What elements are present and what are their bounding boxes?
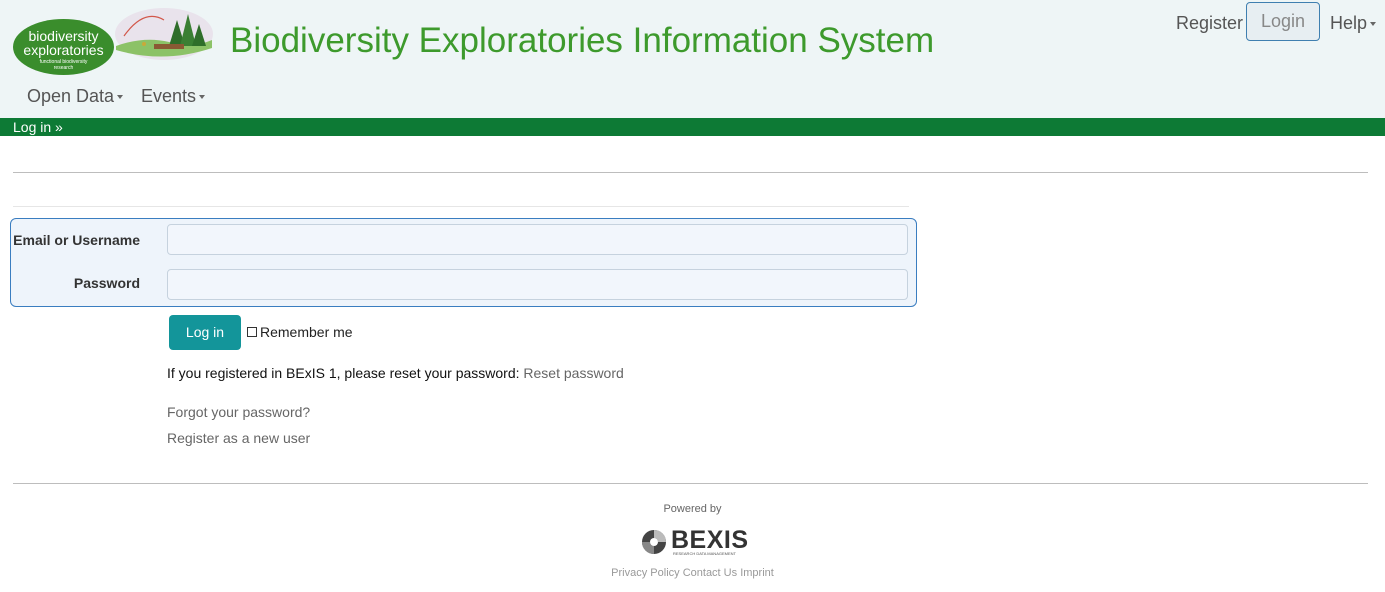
login-bar: Log in » <box>0 118 1385 136</box>
remember-me-checkbox[interactable] <box>247 327 257 337</box>
logo-text: exploratories <box>23 42 104 58</box>
bexis1-notice-text: If you registered in BExIS 1, please res… <box>167 365 520 381</box>
caret-down-icon <box>1370 22 1377 27</box>
footer-divider <box>13 483 1368 484</box>
register-new-user-link[interactable]: Register as a new user <box>167 430 310 446</box>
password-input[interactable] <box>167 269 908 300</box>
site-title: Biodiversity Exploratories Information S… <box>230 21 935 60</box>
remember-me[interactable]: Remember me <box>247 324 353 340</box>
password-label: Password <box>73 275 140 291</box>
events-menu[interactable]: Events <box>141 85 206 107</box>
powered-by-label: Powered by <box>663 503 722 515</box>
open-data-label: Open Data <box>27 86 115 106</box>
divider <box>13 206 909 207</box>
contact-us-link[interactable]: Contact Us <box>683 567 737 579</box>
login-submit-button[interactable]: Log in <box>169 315 241 350</box>
events-label: Events <box>141 86 197 106</box>
logo-tagline: research <box>53 65 74 71</box>
biodiversity-exploratories-logo[interactable]: biodiversity exploratories functional bi… <box>13 19 114 75</box>
help-label: Help <box>1330 13 1368 33</box>
privacy-policy-link[interactable]: Privacy Policy <box>611 567 679 579</box>
open-data-menu[interactable]: Open Data <box>27 85 124 107</box>
site-header: biodiversity exploratories functional bi… <box>0 0 1385 118</box>
login-toggle[interactable]: Log in » <box>13 119 63 135</box>
bexis1-reset-notice: If you registered in BExIS 1, please res… <box>167 365 624 381</box>
landscape-logo-icon <box>115 8 213 60</box>
caret-down-icon <box>199 95 206 100</box>
bexis-tagline: RESEARCH DATA MANAGEMENT <box>673 551 736 556</box>
divider <box>13 172 1368 173</box>
bexis-logo-icon <box>642 530 666 554</box>
caret-down-icon <box>117 95 124 100</box>
forgot-password-link[interactable]: Forgot your password? <box>167 404 310 420</box>
imprint-link[interactable]: Imprint <box>740 567 774 579</box>
register-link[interactable]: Register <box>1176 12 1243 34</box>
help-menu[interactable]: Help <box>1330 12 1377 34</box>
username-label: Email or Username <box>13 232 140 248</box>
reset-password-link[interactable]: Reset password <box>523 365 623 381</box>
bexis-logo[interactable]: BEXIS RESEARCH DATA MANAGEMENT <box>640 526 749 557</box>
username-input[interactable] <box>167 224 908 255</box>
remember-me-label: Remember me <box>260 324 353 340</box>
footer-links: Privacy Policy Contact Us Imprint <box>0 567 1385 579</box>
login-button[interactable]: Login <box>1246 2 1320 41</box>
bexis-wordmark: BEXIS <box>671 526 749 554</box>
